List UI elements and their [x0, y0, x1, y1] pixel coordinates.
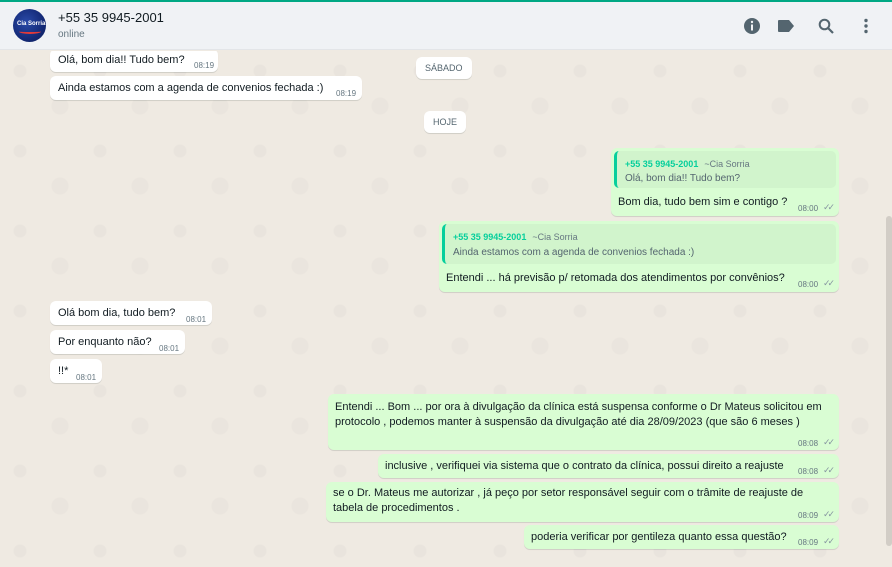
- message-outgoing[interactable]: inclusive , verifiquei via sistema que o…: [378, 454, 839, 478]
- read-ticks-icon: ✓✓: [823, 202, 835, 212]
- message-outgoing[interactable]: +55 35 9945-2001 ~Cia Sorria Olá, bom dia…: [611, 148, 839, 216]
- contact-avatar[interactable]: Cia Sorria: [13, 9, 46, 42]
- avatar-logo-swoosh: [19, 29, 41, 34]
- quoted-text: Ainda estamos com a agenda de convenios …: [453, 247, 695, 258]
- message-text: inclusive , verifiquei via sistema que o…: [385, 460, 784, 472]
- date-separator: SÁBADO: [416, 57, 472, 79]
- message-time: 08:00: [798, 204, 819, 213]
- message-time: 08:09: [798, 538, 819, 547]
- message-time: 08:01: [186, 315, 207, 324]
- message-text: poderia verificar por gentileza quanto e…: [531, 531, 787, 543]
- message-text: Por enquanto não?: [58, 336, 152, 348]
- read-ticks-icon: ✓✓: [823, 509, 835, 519]
- chat-scrollbar[interactable]: [886, 216, 892, 546]
- message-time: 08:00: [798, 280, 819, 289]
- message-incoming[interactable]: Olá, bom dia!! Tudo bem? 08:19: [50, 51, 218, 72]
- search-icon[interactable]: [816, 16, 836, 36]
- message-time: 08:19: [194, 61, 215, 70]
- quoted-author: +55 35 9945-2001 ~Cia Sorria: [625, 159, 750, 169]
- chat-header[interactable]: Cia Sorria +55 35 9945-2001 online: [0, 2, 892, 50]
- message-outgoing[interactable]: +55 35 9945-2001 ~Cia Sorria Ainda estamo…: [439, 221, 839, 292]
- message-text: Bom dia, tudo bem sim e contigo ?: [618, 196, 788, 208]
- read-ticks-icon: ✓✓: [823, 278, 835, 288]
- quoted-author: +55 35 9945-2001 ~Cia Sorria: [453, 232, 578, 242]
- message-incoming[interactable]: !!* 08:01: [50, 359, 102, 383]
- message-incoming[interactable]: Olá bom dia, tudo bem? 08:01: [50, 301, 212, 325]
- message-text: Entendi ... há previsão p/ retomada dos …: [446, 272, 785, 284]
- contact-name[interactable]: +55 35 9945-2001: [58, 10, 164, 25]
- message-outgoing[interactable]: se o Dr. Mateus me autorizar , já peço p…: [326, 482, 839, 522]
- message-time: 08:19: [336, 89, 357, 98]
- message-outgoing[interactable]: poderia verificar por gentileza quanto e…: [524, 525, 839, 549]
- message-time: 08:09: [798, 511, 819, 520]
- message-text: se o Dr. Mateus me autorizar , já peço p…: [333, 487, 804, 514]
- quoted-message[interactable]: +55 35 9945-2001 ~Cia Sorria Ainda estamo…: [442, 224, 836, 264]
- message-text: Ainda estamos com a agenda de convenios …: [58, 82, 324, 94]
- message-text: !!*: [58, 365, 69, 377]
- message-time: 08:01: [159, 344, 180, 353]
- message-text: Olá bom dia, tudo bem?: [58, 307, 176, 319]
- avatar-logo-text: Cia Sorria: [17, 21, 46, 27]
- contact-status: online: [58, 29, 85, 40]
- label-icon[interactable]: [776, 16, 796, 36]
- message-incoming[interactable]: Ainda estamos com a agenda de convenios …: [50, 76, 362, 100]
- message-outgoing[interactable]: Entendi ... Bom ... por ora à divulgação…: [328, 394, 839, 450]
- message-time: 08:01: [76, 373, 97, 382]
- date-separator: HOJE: [424, 111, 467, 133]
- info-icon[interactable]: [742, 16, 762, 36]
- message-time: 08:08: [798, 467, 819, 476]
- quoted-org: ~Cia Sorria: [704, 159, 750, 169]
- read-ticks-icon: ✓✓: [823, 437, 835, 447]
- message-time: 08:08: [798, 439, 819, 448]
- chat-area[interactable]: Olá, bom dia!! Tudo bem? 08:19 Ainda est…: [0, 51, 892, 567]
- message-text: Olá, bom dia!! Tudo bem?: [58, 54, 185, 66]
- read-ticks-icon: ✓✓: [823, 465, 835, 475]
- menu-icon[interactable]: [856, 16, 876, 36]
- message-incoming[interactable]: Por enquanto não? 08:01: [50, 330, 185, 354]
- quoted-message[interactable]: +55 35 9945-2001 ~Cia Sorria Olá, bom dia…: [614, 151, 836, 188]
- read-ticks-icon: ✓✓: [823, 536, 835, 546]
- quoted-org: ~Cia Sorria: [532, 232, 578, 242]
- quoted-text: Olá, bom dia!! Tudo bem?: [625, 173, 741, 184]
- message-text: Entendi ... Bom ... por ora à divulgação…: [335, 401, 822, 428]
